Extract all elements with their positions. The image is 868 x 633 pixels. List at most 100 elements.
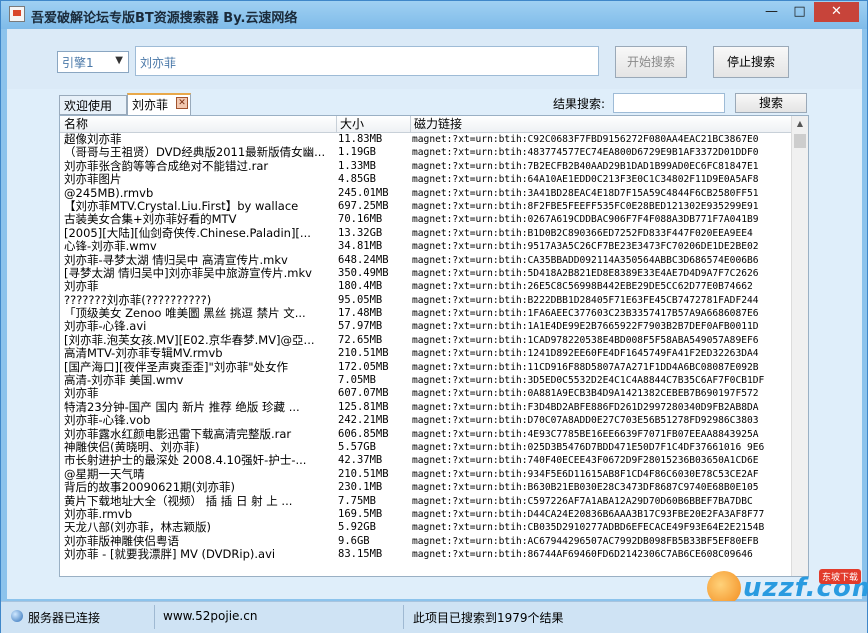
column-header-name[interactable]: 名称 — [64, 117, 88, 131]
row-size-cell: 42.37MB — [338, 454, 383, 467]
table-row[interactable]: 刘亦菲露水红颜电影迅雷下载高清完整版.rar 606.85MB magnet:?xt… — [60, 428, 792, 441]
status-result-count: 此项目已搜索到1979个结果 — [413, 611, 564, 625]
row-name-cell: [2005][大陆][仙剑奇侠传.Chinese.Paladin][... — [64, 226, 311, 240]
row-size-cell: 83.15MB — [338, 548, 383, 561]
result-filter-input[interactable] — [613, 93, 725, 113]
minimize-button[interactable]: — — [758, 2, 785, 22]
table-row[interactable]: 古装美女合集+刘亦菲好看的MTV 70.16MB magnet:?xt=urn:bt… — [60, 213, 792, 226]
table-row[interactable]: 市长射进护士的最深处 2008.4.10强奸-护士-... 42.37MB magn… — [60, 454, 792, 467]
scroll-thumb[interactable] — [794, 134, 806, 148]
row-name-cell: 刘亦菲-寻梦太湖 情归吴中 高清宣传片.mkv — [64, 253, 288, 267]
tab-welcome[interactable]: 欢迎使用 — [59, 95, 127, 115]
row-size-cell: 95.05MB — [338, 293, 383, 306]
close-icon[interactable]: ✕ — [176, 97, 188, 109]
search-input[interactable]: 刘亦菲 — [135, 46, 599, 76]
close-button[interactable]: ✕ — [814, 2, 859, 22]
status-site: www.52pojie.cn — [163, 609, 258, 623]
row-magnet-cell: magnet:?xt=urn:btih:26E5C8C56998B442EBE2… — [412, 281, 753, 293]
table-row[interactable]: [2005][大陆][仙剑奇侠传.Chinese.Paladin][... 13.… — [60, 227, 792, 240]
table-row[interactable]: ???????刘亦菲(??????????) 95.05MB magnet:?xt=… — [60, 294, 792, 307]
scroll-up-icon[interactable]: ▲ — [792, 116, 808, 132]
column-divider[interactable] — [336, 116, 337, 132]
row-name-cell: 刘亦菲 — [64, 387, 99, 401]
stop-search-button[interactable]: 停止搜索 — [713, 46, 789, 78]
start-search-button[interactable]: 开始搜索 — [615, 46, 687, 78]
table-row[interactable]: 刘亦菲 180.4MB magnet:?xt=urn:btih:26E5C8C569… — [60, 280, 792, 293]
maximize-button[interactable]: □ — [786, 2, 813, 22]
row-magnet-cell: magnet:?xt=urn:btih:CB035D2910277ADBD6EF… — [412, 522, 765, 534]
connection-icon — [11, 610, 23, 622]
table-row[interactable]: 超像刘亦菲 11.83MB magnet:?xt=urn:btih:C92C0683… — [60, 133, 792, 146]
row-size-cell: 172.05MB — [338, 360, 389, 373]
row-size-cell: 13.32GB — [338, 226, 383, 239]
table-row[interactable]: [国产海口][夜伴圣声爽歪歪]"刘亦菲"处女作 172.05MB magnet:?x… — [60, 361, 792, 374]
row-magnet-cell: magnet:?xt=urn:btih:86744AF69460FD6D2142… — [412, 549, 753, 561]
row-size-cell: 34.81MB — [338, 240, 383, 253]
engine-select[interactable]: 引擎1 ▼ — [57, 51, 129, 73]
status-bar: 服务器已连接 www.52pojie.cn 此项目已搜索到1979个结果 — [1, 601, 867, 633]
row-name-cell: 「顶级美女 Zenoo 唯美圖 黑丝 挑逗 禁片 文... — [64, 307, 306, 321]
table-row[interactable]: 天龙八部(刘亦菲，林志颖版) 5.92GB magnet:?xt=urn:btih:… — [60, 521, 792, 534]
row-magnet-cell: magnet:?xt=urn:btih:7B2ECFB2B40AAD29B1DA… — [412, 160, 759, 172]
row-magnet-cell: magnet:?xt=urn:btih:5D418A2B821ED8E8389E… — [412, 267, 759, 279]
table-row[interactable]: 刘亦菲-心锋.avi 57.97MB magnet:?xt=urn:btih:1A1… — [60, 320, 792, 333]
app-window: 吾爱破解论坛专版BT资源搜索器 By.云速网络 — □ ✕ 引擎1 ▼ 刘亦菲 … — [0, 0, 868, 633]
row-name-cell: 黄片下载地址大全（视频） 插 插 日 射 上 ... — [64, 494, 293, 508]
table-row[interactable]: 刘亦菲-心锋.vob 242.21MB magnet:?xt=urn:btih:D7… — [60, 414, 792, 427]
table-row[interactable]: 【刘亦菲MTV.Crystal.Liu.First】by wallace 697.… — [60, 200, 792, 213]
table-row[interactable]: @245MB).rmvb 245.01MB magnet:?xt=urn:btih:… — [60, 187, 792, 200]
row-magnet-cell: magnet:?xt=urn:btih:1CAD978220538E4BD008… — [412, 334, 759, 346]
row-magnet-cell: magnet:?xt=urn:btih:C92C0683F7FBD9156272… — [412, 134, 759, 145]
table-row[interactable]: 心锋-刘亦菲.wmv 34.81MB magnet:?xt=urn:btih:951… — [60, 240, 792, 253]
column-header-magnet[interactable]: 磁力链接 — [414, 117, 462, 131]
result-filter-button[interactable]: 搜索 — [735, 93, 807, 113]
table-row[interactable]: 黄片下载地址大全（视频） 插 插 日 射 上 ... 7.75MB magnet:?… — [60, 495, 792, 508]
column-divider[interactable] — [410, 116, 411, 132]
row-magnet-cell: magnet:?xt=urn:btih:1241D892EE60FE4DF164… — [412, 348, 759, 360]
table-row[interactable]: 刘亦菲 - [就要我漂胖] MV (DVDRip).avi 83.15MB magn… — [60, 548, 792, 561]
row-size-cell: 180.4MB — [338, 280, 383, 293]
chevron-down-icon: ▼ — [115, 55, 123, 66]
row-magnet-cell: magnet:?xt=urn:btih:B1D0B2C890366ED7252F… — [412, 227, 753, 239]
column-header-size[interactable]: 大小 — [340, 117, 364, 131]
row-name-cell: [寻梦太湖 情归吴中]刘亦菲吴中旅游宣传片.mkv — [64, 266, 312, 280]
row-size-cell: 350.49MB — [338, 266, 389, 279]
row-name-cell: 神雕侠侣(黄晓明、刘亦菲) — [64, 440, 200, 454]
table-row[interactable]: 刘亦菲张含韵等等合成绝对不能错过.rar 1.33MB magnet:?xt=urn… — [60, 160, 792, 173]
row-name-cell: 高清-刘亦菲 美国.wmv — [64, 374, 184, 388]
table-row[interactable]: 神雕侠侣(黄晓明、刘亦菲) 5.57GB magnet:?xt=urn:btih:0… — [60, 441, 792, 454]
row-magnet-cell: magnet:?xt=urn:btih:1FA6AEEC377603C23B33… — [412, 308, 759, 320]
table-row[interactable]: [刘亦菲.泡芙女孩.MV][E02.京华春梦.MV]@亞... 72.65MB ma… — [60, 334, 792, 347]
table-row[interactable]: 刘亦菲.rmvb 169.5MB magnet:?xt=urn:btih:D44CA… — [60, 508, 792, 521]
row-name-cell: 超像刘亦菲 — [64, 133, 122, 146]
row-name-cell: 【刘亦菲MTV.Crystal.Liu.First】by wallace — [64, 199, 299, 213]
table-row[interactable]: 刘亦菲图片 4.85GB magnet:?xt=urn:btih:64A10AE1E… — [60, 173, 792, 186]
table-row[interactable]: 高清MTV-刘亦菲专辑MV.rmvb 210.51MB magnet:?xt=urn… — [60, 347, 792, 360]
row-size-cell: 125.81MB — [338, 400, 389, 413]
row-size-cell: 648.24MB — [338, 253, 389, 266]
vertical-scrollbar[interactable]: ▲ — [791, 116, 808, 576]
row-size-cell: 5.92GB — [338, 521, 376, 534]
tab-results[interactable]: 刘亦菲 ✕ — [127, 93, 191, 115]
row-magnet-cell: magnet:?xt=urn:btih:11CD916F88D5807A7A27… — [412, 361, 759, 373]
table-row[interactable]: 刘亦菲版神雕侠侣粤语 9.6GB magnet:?xt=urn:btih:AC679… — [60, 535, 792, 548]
table-row[interactable]: （哥哥与王祖贤）DVD经典版2011最新版倩女幽... 1.19GB magnet:… — [60, 146, 792, 159]
table-header: 名称 大小 磁力链接 — [60, 116, 792, 133]
row-name-cell: 天龙八部(刘亦菲，林志颖版) — [64, 521, 211, 535]
row-magnet-cell: magnet:?xt=urn:btih:9517A3A5C26CF7BE23E3… — [412, 241, 759, 253]
search-panel: 引擎1 ▼ 刘亦菲 开始搜索 停止搜索 — [7, 29, 862, 89]
title-bar[interactable]: 吾爱破解论坛专版BT资源搜索器 By.云速网络 — □ ✕ — [1, 1, 867, 29]
table-row[interactable]: 高清-刘亦菲 美国.wmv 7.05MB magnet:?xt=urn:btih:3… — [60, 374, 792, 387]
table-row[interactable]: @星期一天气晴 210.51MB magnet:?xt=urn:btih:934F5… — [60, 468, 792, 481]
table-row[interactable]: 特清23分钟-国产 国内 新片 推荐 绝版 珍藏 ... 125.81MB magn… — [60, 401, 792, 414]
table-row[interactable]: 刘亦菲-寻梦太湖 情归吴中 高清宣传片.mkv 648.24MB magnet:?x… — [60, 254, 792, 267]
row-magnet-cell: magnet:?xt=urn:btih:B630B21EB030E28C3473… — [412, 482, 759, 494]
row-magnet-cell: magnet:?xt=urn:btih:3D5ED0C5532D2E4C1C4A… — [412, 375, 765, 387]
row-magnet-cell: magnet:?xt=urn:btih:4E93C7785BE16EE6639F… — [412, 428, 759, 440]
status-divider — [154, 605, 155, 629]
table-row[interactable]: [寻梦太湖 情归吴中]刘亦菲吴中旅游宣传片.mkv 350.49MB magnet:… — [60, 267, 792, 280]
row-magnet-cell: magnet:?xt=urn:btih:3A41BD28EAC4E18D7F15… — [412, 187, 759, 199]
table-row[interactable]: 刘亦菲 607.07MB magnet:?xt=urn:btih:0A881A9EC… — [60, 387, 792, 400]
table-row[interactable]: 「顶级美女 Zenoo 唯美圖 黑丝 挑逗 禁片 文... 17.48MB magn… — [60, 307, 792, 320]
table-row[interactable]: 背后的故事20090621期(刘亦菲) 230.1MB magnet:?xt=urn… — [60, 481, 792, 494]
